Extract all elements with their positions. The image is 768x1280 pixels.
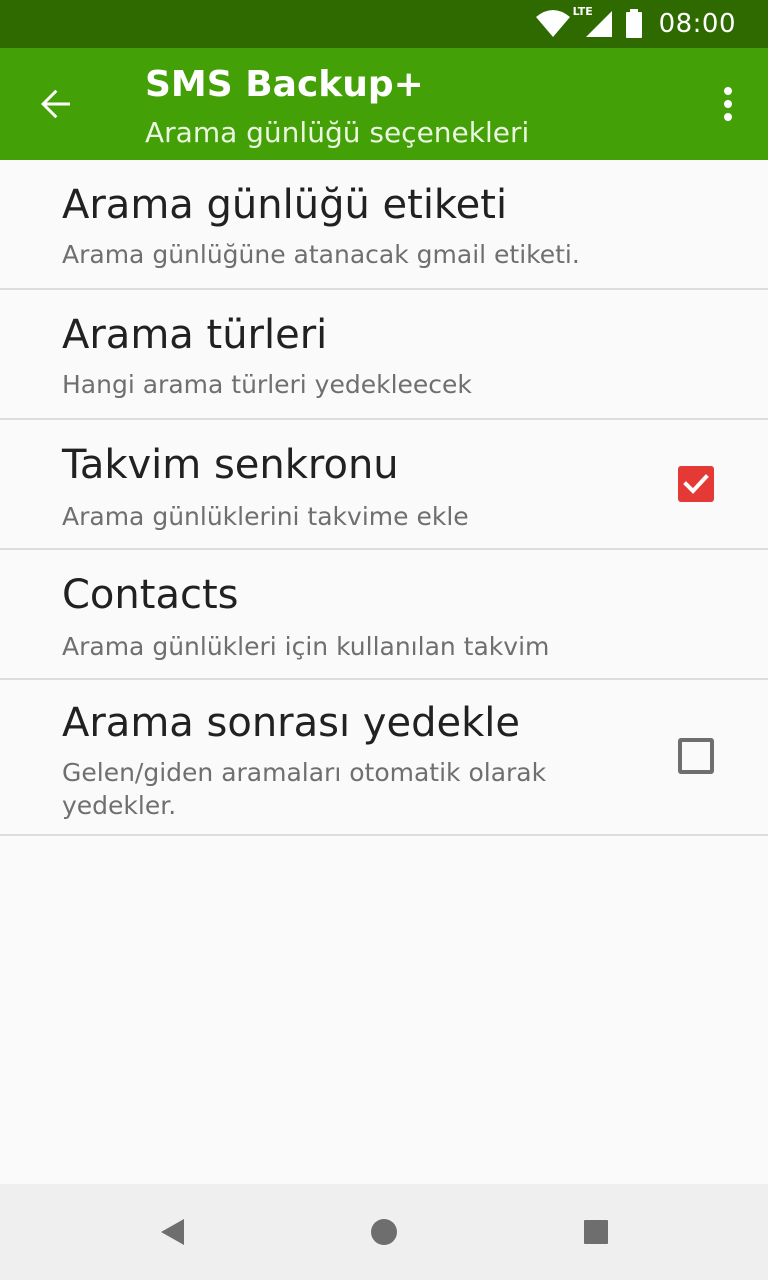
pref-call-types[interactable]: Arama türleri Hangi arama türleri yedekl…: [0, 290, 768, 420]
battery-icon: [625, 9, 643, 39]
overflow-menu-icon: [722, 86, 734, 122]
pref-contacts[interactable]: Contacts Arama günlükleri için kullanıla…: [0, 550, 768, 680]
home-circle-icon: [369, 1217, 399, 1247]
status-icons: LTE 08:00: [535, 0, 736, 48]
network-type-label: LTE: [572, 5, 593, 18]
pref-summary: Gelen/giden aramaları otomatik olarak ye…: [62, 758, 547, 820]
pref-summary: Arama günlükleri için kullanılan takvim: [62, 632, 550, 661]
pref-summary: Hangi arama türleri yedekleecek: [62, 370, 472, 399]
status-bar: LTE 08:00: [0, 0, 768, 48]
app-title: SMS Backup+: [145, 64, 424, 105]
backup-after-call-checkbox[interactable]: [678, 738, 714, 774]
navigation-bar: [0, 1184, 768, 1280]
nav-recents-button[interactable]: [572, 1208, 620, 1256]
preference-list: Arama günlüğü etiketi Arama günlüğüne at…: [0, 160, 768, 836]
checkmark-icon: [678, 466, 714, 502]
wifi-icon: [535, 9, 571, 39]
app-bar: SMS Backup+ Arama günlüğü seçenekleri: [0, 48, 768, 160]
nav-back-button[interactable]: [148, 1208, 196, 1256]
pref-title: Arama sonrası yedekle: [62, 700, 520, 746]
pref-title: Contacts: [62, 572, 239, 618]
app-subtitle: Arama günlüğü seçenekleri: [145, 116, 530, 149]
pref-backup-after-call[interactable]: Arama sonrası yedekle Gelen/giden aramal…: [0, 680, 768, 836]
nav-home-button[interactable]: [360, 1208, 408, 1256]
back-button[interactable]: [24, 72, 88, 136]
screen: LTE 08:00 SMS Backup+ Arama günlüğü seçe…: [0, 0, 768, 1280]
pref-calendar-sync[interactable]: Takvim senkronu Arama günlüklerini takvi…: [0, 420, 768, 550]
calendar-sync-checkbox[interactable]: [678, 466, 714, 502]
pref-title: Arama günlüğü etiketi: [62, 182, 508, 228]
pref-call-log-label[interactable]: Arama günlüğü etiketi Arama günlüğüne at…: [0, 160, 768, 290]
status-time: 08:00: [658, 9, 736, 39]
overflow-menu-button[interactable]: [704, 72, 752, 136]
pref-summary: Arama günlüğüne atanacak gmail etiketi.: [62, 240, 580, 269]
recents-square-icon: [582, 1218, 610, 1246]
back-arrow-icon: [38, 86, 74, 122]
back-triangle-icon: [158, 1217, 186, 1247]
pref-summary: Arama günlüklerini takvime ekle: [62, 502, 469, 531]
pref-title: Takvim senkronu: [62, 442, 399, 488]
pref-title: Arama türleri: [62, 312, 328, 358]
cell-signal-icon: LTE: [573, 5, 613, 39]
